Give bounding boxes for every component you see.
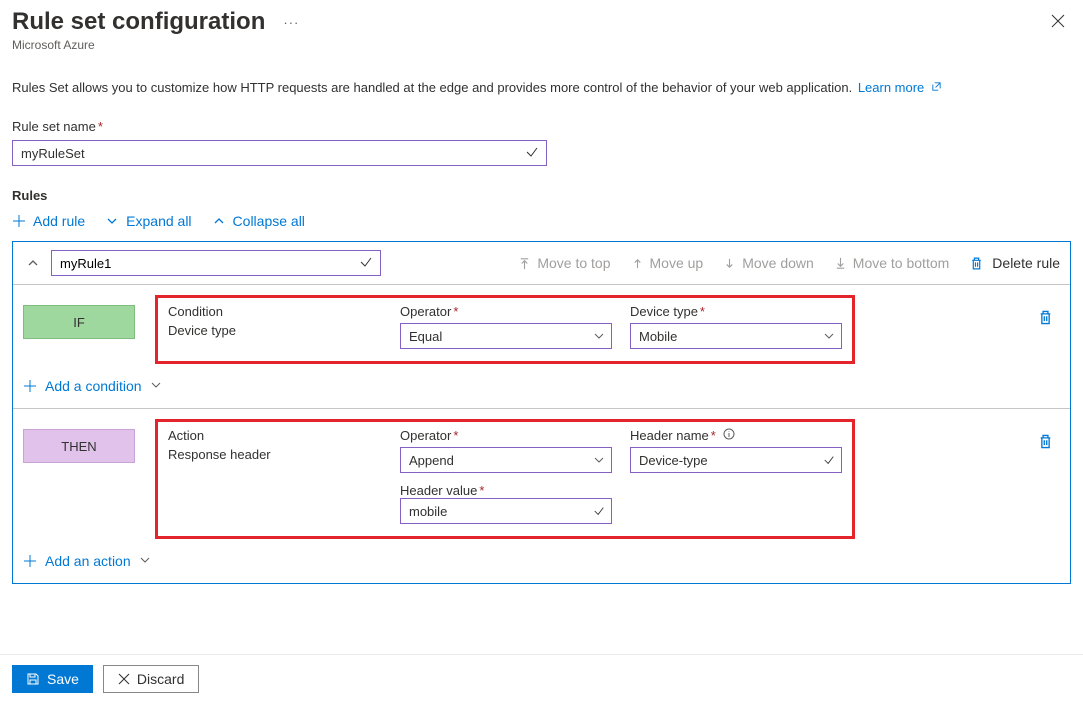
move-up-button: Move up bbox=[631, 255, 704, 271]
arrow-top-icon bbox=[518, 257, 531, 270]
if-device-type-dropdown[interactable]: Mobile bbox=[630, 323, 842, 349]
if-section: IF Condition Device type Operator* Equal bbox=[13, 285, 1070, 408]
ruleset-name-label: Rule set name* bbox=[12, 119, 1071, 134]
save-button[interactable]: Save bbox=[12, 665, 93, 693]
if-device-type-label: Device type* bbox=[630, 304, 842, 319]
chevron-up-icon bbox=[26, 256, 40, 270]
save-icon bbox=[26, 672, 40, 686]
plus-icon bbox=[23, 554, 37, 568]
rules-section-label: Rules bbox=[12, 188, 1071, 203]
then-operator-dropdown[interactable]: Append bbox=[400, 447, 612, 473]
add-action-button[interactable]: Add an action bbox=[23, 553, 1060, 569]
rule-container: Move to top Move up Move down Move to bo… bbox=[12, 241, 1071, 584]
learn-more-link[interactable]: Learn more bbox=[858, 80, 942, 95]
plus-icon bbox=[23, 379, 37, 393]
action-label: Action bbox=[168, 428, 382, 443]
checkmark-icon bbox=[593, 505, 605, 517]
rule-name-input[interactable] bbox=[51, 250, 381, 276]
close-icon bbox=[118, 673, 130, 685]
trash-icon bbox=[1037, 433, 1054, 450]
then-badge: THEN bbox=[23, 429, 135, 463]
trash-icon bbox=[1037, 309, 1054, 326]
move-down-button: Move down bbox=[723, 255, 814, 271]
footer: Save Discard bbox=[0, 654, 1083, 703]
close-button[interactable] bbox=[1045, 8, 1071, 37]
move-to-bottom-button: Move to bottom bbox=[834, 255, 950, 271]
description-text: Rules Set allows you to customize how HT… bbox=[12, 80, 1071, 95]
page-subtitle: Microsoft Azure bbox=[12, 38, 299, 52]
then-section: THEN Action Response header Operator* Ap… bbox=[13, 409, 1070, 583]
if-operator-label: Operator* bbox=[400, 304, 612, 319]
delete-condition-button[interactable] bbox=[1037, 295, 1060, 329]
header-name-label: Header name* bbox=[630, 428, 842, 443]
external-link-icon bbox=[931, 80, 942, 95]
then-highlight-box: Action Response header Operator* Append … bbox=[155, 419, 855, 539]
condition-label: Condition bbox=[168, 304, 382, 319]
arrow-down-icon bbox=[723, 257, 736, 270]
header-value-label: Header value* bbox=[400, 483, 484, 498]
chevron-down-icon bbox=[593, 330, 605, 342]
chevron-down-icon bbox=[139, 553, 151, 569]
condition-value: Device type bbox=[168, 323, 382, 338]
chevron-up-icon bbox=[212, 214, 226, 228]
add-condition-button[interactable]: Add a condition bbox=[23, 378, 1060, 394]
then-operator-label: Operator* bbox=[400, 428, 612, 443]
if-highlight-box: Condition Device type Operator* Equal De… bbox=[155, 295, 855, 364]
arrow-bottom-icon bbox=[834, 257, 847, 270]
if-badge: IF bbox=[23, 305, 135, 339]
plus-icon bbox=[12, 214, 26, 228]
trash-icon bbox=[969, 256, 984, 271]
collapse-all-button[interactable]: Collapse all bbox=[212, 213, 305, 229]
page-title: Rule set configuration bbox=[12, 8, 265, 36]
ruleset-name-input[interactable] bbox=[12, 140, 547, 166]
chevron-down-icon bbox=[593, 454, 605, 466]
move-to-top-button: Move to top bbox=[518, 255, 610, 271]
chevron-down-icon bbox=[105, 214, 119, 228]
expand-all-button[interactable]: Expand all bbox=[105, 213, 191, 229]
info-icon[interactable] bbox=[723, 428, 735, 440]
action-value: Response header bbox=[168, 447, 382, 462]
checkmark-icon bbox=[359, 255, 373, 272]
if-operator-dropdown[interactable]: Equal bbox=[400, 323, 612, 349]
header-value-input[interactable]: mobile bbox=[400, 498, 612, 524]
chevron-down-icon bbox=[150, 378, 162, 394]
collapse-rule-toggle[interactable] bbox=[23, 256, 43, 270]
header-name-input[interactable]: Device-type bbox=[630, 447, 842, 473]
discard-button[interactable]: Discard bbox=[103, 665, 199, 693]
checkmark-icon bbox=[525, 145, 539, 162]
arrow-up-icon bbox=[631, 257, 644, 270]
delete-rule-button[interactable]: Delete rule bbox=[969, 255, 1060, 271]
more-menu-icon[interactable]: ··· bbox=[283, 15, 299, 30]
add-rule-button[interactable]: Add rule bbox=[12, 213, 85, 229]
delete-action-button[interactable] bbox=[1037, 419, 1060, 453]
chevron-down-icon bbox=[823, 330, 835, 342]
checkmark-icon bbox=[823, 454, 835, 466]
rule-header: Move to top Move up Move down Move to bo… bbox=[13, 242, 1070, 285]
